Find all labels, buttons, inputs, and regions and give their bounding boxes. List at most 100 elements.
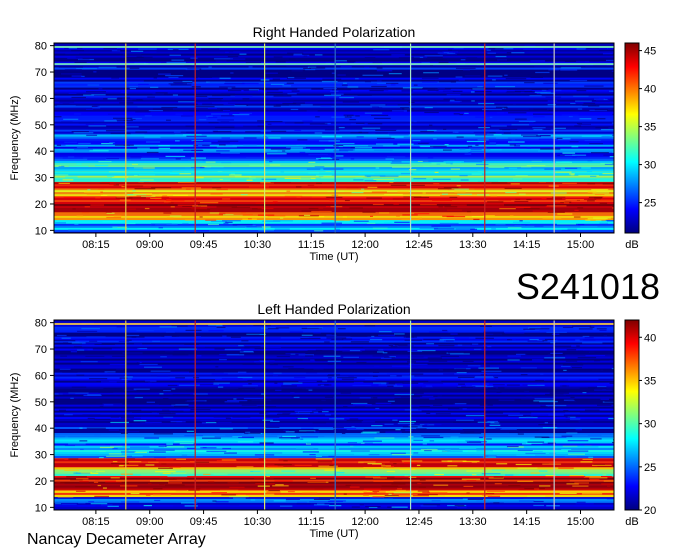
band-speckle [535,71,550,74]
band-speckle [303,214,311,217]
band-speckle [287,93,297,95]
band-speckle [206,450,227,452]
band-speckle [87,349,94,351]
band-speckle [79,427,83,429]
band-speckle [157,375,169,377]
band-speckle [573,216,581,218]
band-speckle [213,131,232,133]
band-speckle [583,102,596,104]
band-speckle [352,384,372,387]
band-speckle [105,211,112,213]
band-speckle [184,219,196,221]
band-speckle [257,485,270,487]
band-speckle [540,148,561,150]
band-speckle [264,72,278,74]
band-speckle [211,142,230,144]
band-speckle [369,339,383,341]
band-speckle [378,334,395,336]
band-strip [54,75,614,78]
band-speckle [522,135,542,138]
band-strip [54,370,614,373]
band-speckle [168,76,179,79]
band-speckle [531,359,544,361]
band-speckle [59,101,75,103]
band-speckle [485,492,495,495]
band-speckle [185,167,200,169]
band-speckle [576,501,586,503]
band-speckle [198,119,207,121]
band-speckle [594,193,605,196]
band-speckle [390,452,406,454]
band-speckle [235,95,253,97]
band-speckle [438,61,449,64]
band-speckle [282,366,294,368]
band-speckle [133,174,138,177]
band-speckle [58,182,70,184]
band-speckle [505,78,527,80]
band-speckle [237,494,246,497]
colorbar-tick-label: 35 [644,122,656,134]
band-speckle [55,503,62,505]
band-speckle [424,111,439,114]
band-speckle [434,473,444,476]
band-speckle [594,109,608,111]
band-speckle [330,205,343,208]
band-speckle [243,397,264,400]
band-speckle [449,99,455,101]
band-speckle [169,215,182,217]
band-speckle [431,225,451,227]
band-speckle [450,333,458,335]
band-speckle [322,410,329,413]
band-speckle [265,426,280,428]
band-speckle [163,390,171,392]
band-speckle [243,144,257,146]
band-speckle [576,345,580,347]
band-speckle [283,383,292,385]
band-speckle [380,129,397,131]
band-speckle [283,382,303,384]
band-speckle [504,332,525,334]
x-tick-label: 13:30 [459,239,487,251]
interference-line [54,45,614,48]
band-speckle [560,385,570,387]
band-speckle [303,55,308,57]
x-tick-label: 15:00 [567,516,595,528]
band-speckle [163,201,171,203]
band-speckle [422,192,426,194]
band-speckle [595,127,609,129]
band-speckle [462,344,483,346]
band-speckle [354,406,366,408]
band-speckle [158,467,173,469]
band-speckle [387,400,395,402]
band-speckle [534,66,553,68]
band-speckle [464,153,472,155]
band-speckle [370,397,378,399]
frequency-band [54,159,614,172]
band-speckle [183,149,203,151]
band-speckle [308,161,316,163]
band-speckle [580,66,586,68]
band-speckle [199,202,219,204]
colorbar-tick-label: 40 [644,84,656,96]
band-speckle [158,403,176,405]
band-speckle [390,375,397,377]
band-speckle [368,454,380,456]
band-speckle [315,455,322,457]
band-speckle [556,223,576,225]
band-speckle [443,187,459,189]
band-speckle [136,362,140,364]
band-speckle [491,125,507,127]
band-speckle [514,200,529,203]
band-speckle [533,116,545,118]
band-speckle [485,501,491,503]
band-speckle [64,69,82,71]
y-tick-label: 50 [35,397,47,409]
band-speckle [125,197,146,199]
band-speckle [417,482,422,485]
band-speckle [173,405,189,408]
band-speckle [580,225,598,228]
band-speckle [208,122,219,124]
band-speckle [273,105,281,107]
band-speckle [189,110,200,112]
band-speckle [128,461,142,463]
